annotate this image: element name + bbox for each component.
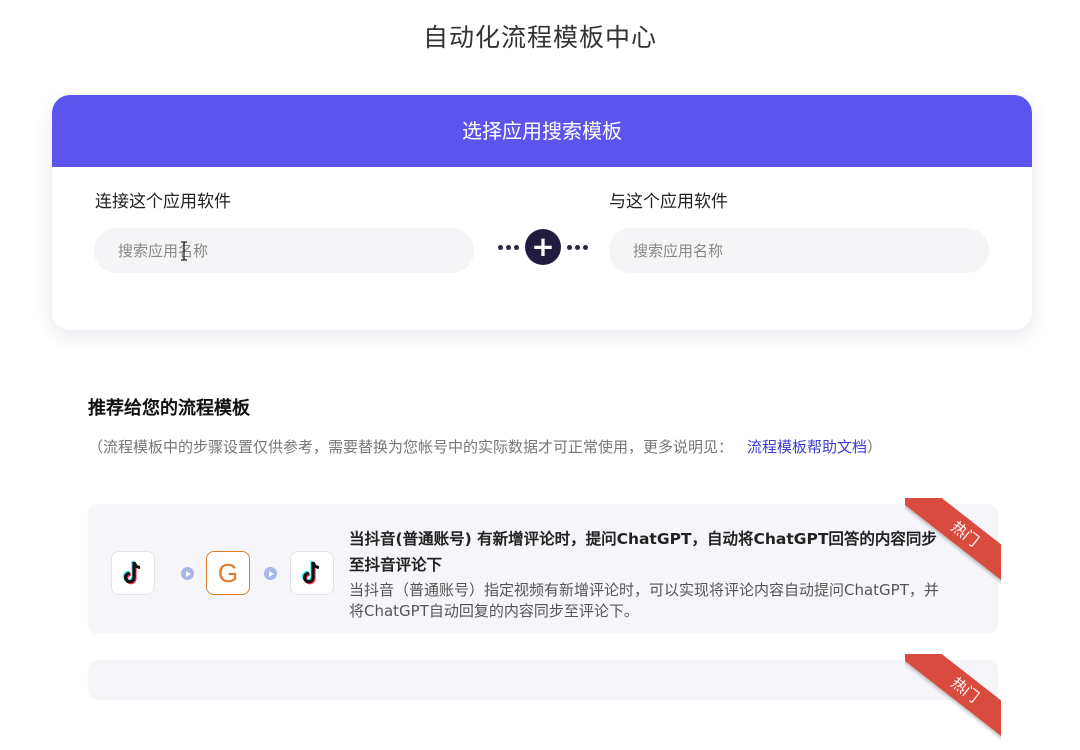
- connector-dots-left: [498, 244, 519, 250]
- hot-badge: 热门: [905, 654, 1001, 745]
- left-app-search-input[interactable]: [94, 228, 474, 273]
- left-app-label: 连接这个应用软件: [95, 192, 231, 212]
- connector-dots-right: [567, 244, 588, 250]
- tiktok-icon: [290, 551, 334, 595]
- note-prefix: （流程模板中的步骤设置仅供参考，需要替换为您帐号中的实际数据才可正常使用，更多说…: [88, 438, 734, 456]
- tiktok-icon: [111, 551, 155, 595]
- recommended-section-title: 推荐给您的流程模板: [88, 398, 250, 419]
- note-suffix: ）: [867, 438, 883, 456]
- app-connector: +: [498, 229, 588, 265]
- template-search-card: 选择应用搜索模板 连接这个应用软件 + 与这个应用软件: [52, 95, 1032, 330]
- template-help-doc-link[interactable]: 流程模板帮助文档: [747, 438, 867, 456]
- template-title[interactable]: 当抖音(普通账号) 有新增评论时，提问ChatGPT，自动将ChatGPT回答的…: [349, 526, 949, 578]
- search-card-header: 选择应用搜索模板: [52, 95, 1032, 167]
- text-cursor-icon: [181, 241, 187, 261]
- right-app-search-input[interactable]: [609, 228, 989, 273]
- recommended-section-note: （流程模板中的步骤设置仅供参考，需要替换为您帐号中的实际数据才可正常使用，更多说…: [88, 436, 882, 457]
- flow-arrow-icon: [181, 567, 194, 580]
- chatgpt-icon: G: [206, 551, 250, 595]
- page-title: 自动化流程模板中心: [422, 23, 657, 52]
- flow-arrow-icon: [264, 567, 277, 580]
- hot-ribbon: 热门: [905, 654, 1001, 750]
- plus-icon[interactable]: +: [525, 229, 561, 265]
- template-description: 当抖音（普通账号）指定视频有新增评论时，可以实现将评论内容自动提问ChatGPT…: [349, 581, 939, 620]
- right-app-label: 与这个应用软件: [609, 192, 728, 212]
- template-card[interactable]: 热门 G 当抖音(普通账号) 有新增评论时，提问ChatGPT，自动将ChatG…: [88, 498, 1001, 634]
- template-card[interactable]: 热门: [88, 654, 1001, 745]
